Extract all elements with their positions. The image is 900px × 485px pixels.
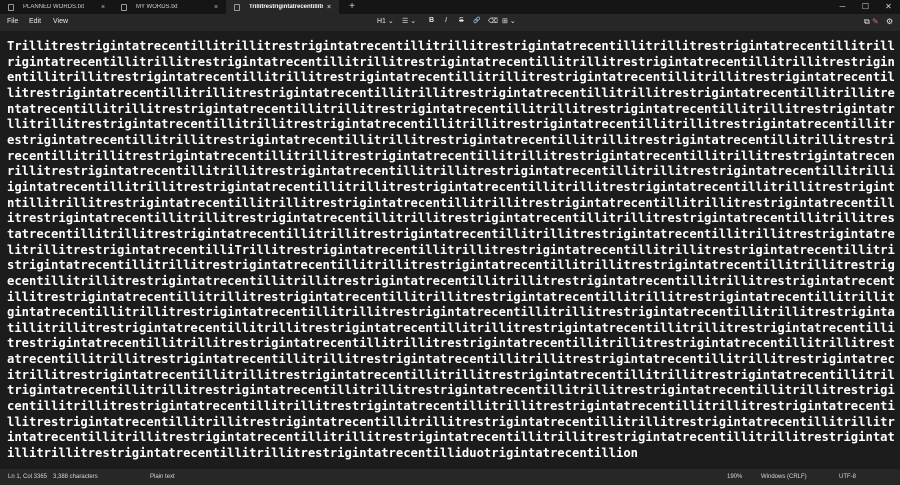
status-bar: Ln 1, Col 3365 3,388 characters Plain te… <box>0 469 900 485</box>
link-icon[interactable]: 🔗 <box>473 17 480 24</box>
document-line: tatrecentillitrillitrestrigintatrecentil… <box>7 226 895 241</box>
cursor-position: Ln 1, Col 3365 <box>8 474 48 480</box>
table-icon: ⊞ <box>502 18 508 25</box>
document-line: strigintatrecentillitrillitrestrigintatr… <box>7 258 895 273</box>
chevron-down-icon: ⌄ <box>410 18 417 25</box>
tab-label: MY WORDS.txt <box>136 4 178 10</box>
document-line: trestrigintatrecentillitrillitrestrigint… <box>7 336 895 351</box>
close-tab-icon[interactable]: × <box>210 4 222 11</box>
multi-window-icon[interactable]: ⧉ <box>864 17 870 27</box>
document-line: litrillitrestrigintatrecentilliTrillitre… <box>7 242 895 257</box>
document-line: llitrillitrestrigintatrecentillitrillitr… <box>7 117 895 132</box>
file-format[interactable]: Plain text <box>150 474 175 480</box>
menu-file[interactable]: File <box>7 18 18 25</box>
tab-label: Trillitrestrigintatrecentillitrilli <box>249 4 323 10</box>
document-line: intatrecentillitrillitrestrigintatrecent… <box>7 430 895 445</box>
list-icon: ☰ <box>402 18 409 25</box>
document-icon <box>121 4 127 11</box>
document-line: ntillitrillitrestrigintatrecentillitrill… <box>7 195 895 210</box>
close-tab-icon[interactable]: × <box>323 4 335 11</box>
document-line: trigintatrecentillitrillitrestrigintatre… <box>7 383 895 398</box>
document-line: Trillitrestrigintatrecentillitrillitrest… <box>7 39 895 53</box>
minimize-button[interactable]: ─ <box>831 0 854 14</box>
heading-dropdown[interactable]: H1 ⌄ <box>377 17 394 25</box>
document-line: estrigintatrecentillitrillitrestrigintat… <box>7 132 895 147</box>
document-line: illitrillitrestrigintatrecentillitrillit… <box>7 446 639 461</box>
document-line: llitrestrigintatrecentillitrillitrestrig… <box>7 414 895 429</box>
menu-toolbar: File Edit View H1 ⌄ ☰ ⌄ B I S 🔗 ⌫ ⊞ ⌄ ⧉ … <box>0 14 900 31</box>
document-line: rillitrestrigintatrecentillitrillitrestr… <box>7 164 895 179</box>
close-window-button[interactable]: ✕ <box>877 0 900 14</box>
tab-label: PLANNED WORDS.txt <box>23 4 85 10</box>
bold-button[interactable]: B <box>429 17 434 24</box>
tab-bar: PLANNED WORDS.txt × MY WORDS.txt × Trill… <box>0 0 900 14</box>
tab-planned-words[interactable]: PLANNED WORDS.txt × <box>0 0 113 14</box>
document-line: igintatrecentillitrillitrestrigintatrece… <box>7 179 895 194</box>
tab-my-words[interactable]: MY WORDS.txt × <box>113 0 226 14</box>
settings-icon[interactable]: ⚙ <box>886 17 893 26</box>
line-ending[interactable]: Windows (CRLF) <box>761 474 807 480</box>
encoding[interactable]: UTF-8 <box>839 474 856 480</box>
clear-formatting-icon[interactable]: ⌫ <box>488 17 498 25</box>
strikethrough-button[interactable]: S <box>459 17 464 24</box>
chevron-down-icon: ⌄ <box>387 18 394 25</box>
document-line: gintatrecentillitrillitrestrigintatrecen… <box>7 305 895 320</box>
document-line: litrestrigintatrecentillitrillitrestrigi… <box>7 85 895 100</box>
character-count: 3,388 characters <box>53 474 98 480</box>
table-dropdown[interactable]: ⊞ ⌄ <box>502 17 516 25</box>
document-line: atrecentillitrillitrestrigintatrecentill… <box>7 352 895 367</box>
chevron-down-icon: ⌄ <box>509 18 516 25</box>
copilot-icon[interactable]: ✎ <box>872 17 879 26</box>
close-tab-icon[interactable]: × <box>97 4 109 11</box>
zoom-level[interactable]: 190% <box>727 474 742 480</box>
new-tab-button[interactable]: + <box>345 0 359 14</box>
window-controls: ─ ☐ ✕ <box>831 0 900 14</box>
document-line: entillitrillitrestrigintatrecentillitril… <box>7 70 895 85</box>
menu-edit[interactable]: Edit <box>29 18 41 25</box>
maximize-button[interactable]: ☐ <box>854 0 877 14</box>
document-line: illitrestrigintatrecentillitrillitrestri… <box>7 289 895 304</box>
tab-active-document[interactable]: Trillitrestrigintatrecentillitrilli × <box>226 0 339 14</box>
document-line: tillitrillitrestrigintatrecentillitrilli… <box>7 320 895 335</box>
document-line: rigintatrecentillitrillitrestrigintatrec… <box>7 54 895 69</box>
heading-label: H1 <box>377 18 386 25</box>
italic-button[interactable]: I <box>445 17 447 24</box>
document-icon <box>234 4 240 11</box>
document-line: recentillitrillitrestrigintatrecentillit… <box>7 148 895 163</box>
document-icon <box>8 4 14 11</box>
document-line: ntatrecentillitrillitrestrigintatrecenti… <box>7 101 895 116</box>
document-line: itrestrigintatrecentillitrillitrestrigin… <box>7 211 895 226</box>
menu-view[interactable]: View <box>53 18 68 25</box>
list-dropdown[interactable]: ☰ ⌄ <box>402 17 416 25</box>
document-line: centillitrillitrestrigintatrecentillitri… <box>7 399 895 414</box>
document-text[interactable]: Trillitrestrigintatrecentillitrillitrest… <box>7 39 895 462</box>
document-line: ecentillitrillitrestrigintatrecentillitr… <box>7 273 895 288</box>
document-line: itrillitrestrigintatrecentillitrillitres… <box>7 367 895 382</box>
text-editor[interactable]: Trillitrestrigintatrecentillitrillitrest… <box>0 31 900 469</box>
